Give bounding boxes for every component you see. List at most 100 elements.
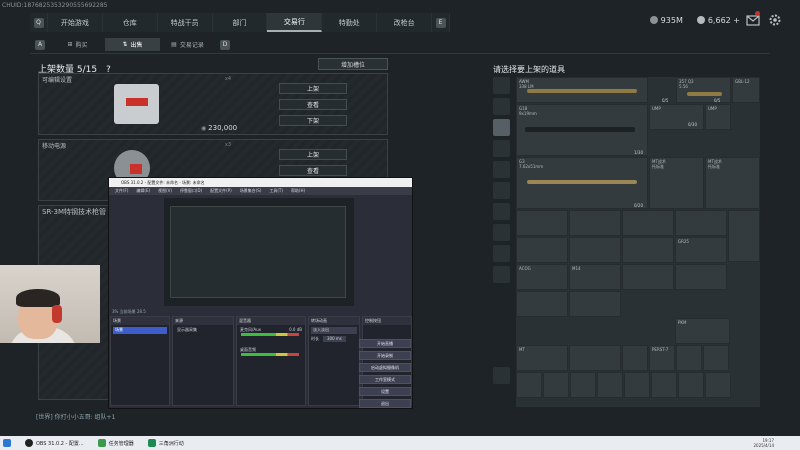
subnav-prev-key[interactable]: A <box>30 38 50 51</box>
obs-title-bar[interactable]: OBS 31.0.2 - 配置文件: 未命名 - 场景: 未命名 <box>109 178 412 187</box>
grid-item[interactable] <box>569 210 621 236</box>
grid-item[interactable]: G3 7.62x51mm <box>516 157 648 209</box>
list-button[interactable]: 上架 <box>279 83 347 94</box>
obs-menu-help[interactable]: 帮助(H) <box>291 188 305 194</box>
obs-menu-view[interactable]: 视图(V) <box>158 188 172 194</box>
category-equipment-icon[interactable] <box>493 98 510 115</box>
grid-item[interactable] <box>569 345 621 371</box>
grid-item[interactable]: UMP <box>705 104 731 130</box>
grid-item[interactable] <box>516 372 542 398</box>
obs-menu-docks[interactable]: 停靠窗口(D) <box>180 188 202 194</box>
grid-item[interactable] <box>675 210 727 236</box>
tab-warehouse[interactable]: 仓库 <box>102 13 158 32</box>
category-collectibles-icon[interactable] <box>493 266 510 283</box>
grid-item[interactable]: MT战术 托标准 <box>649 157 704 209</box>
grid-item[interactable] <box>622 210 674 236</box>
taskbar-app-task-manager[interactable]: 任务管理器 <box>95 436 137 450</box>
grid-item[interactable] <box>622 264 674 290</box>
sell-icon: ⇅ <box>122 41 128 48</box>
category-all-icon[interactable] <box>493 77 510 94</box>
grid-item[interactable] <box>543 372 569 398</box>
tab-gunsmith[interactable]: 改枪台 <box>377 13 433 32</box>
grid-item[interactable]: 357 Q3 5.56 <box>676 77 731 103</box>
start-button[interactable] <box>0 436 14 450</box>
category-armor-icon[interactable] <box>493 140 510 157</box>
grid-item[interactable] <box>569 237 621 263</box>
nav-next-key[interactable]: E <box>432 13 451 32</box>
subtab-records[interactable]: ▤ 交易记录 <box>160 38 215 51</box>
transition-duration[interactable]: 300 ms <box>323 336 346 342</box>
grid-item[interactable] <box>676 345 702 371</box>
settings-button[interactable]: 设置 <box>359 387 411 396</box>
tab-trading[interactable]: 交易行 <box>267 13 323 32</box>
subtab-buy[interactable]: ⊞ 购买 <box>50 38 105 51</box>
listing-slot[interactable]: 可编辑设置 x4 上架 查看 下架 230,000 <box>38 73 388 135</box>
view-button[interactable]: 查看 <box>279 99 347 110</box>
grid-item[interactable]: GBL-12 <box>732 77 760 103</box>
grid-item[interactable] <box>622 345 648 371</box>
tab-special-ops[interactable]: 特勤处 <box>322 13 378 32</box>
list-button[interactable]: 上架 <box>279 149 347 160</box>
grid-item[interactable] <box>705 372 731 398</box>
grid-item[interactable] <box>570 372 596 398</box>
system-clock[interactable]: 19:17 2025/4/14 <box>753 438 774 448</box>
category-misc-icon[interactable] <box>493 245 510 262</box>
start-streaming-button[interactable]: 开始直播 <box>359 339 411 348</box>
gear-icon[interactable] <box>768 13 782 27</box>
grid-item[interactable]: PKM <box>675 318 730 344</box>
obs-scene-item[interactable]: 场景 <box>113 327 167 334</box>
studio-mode-button[interactable]: 工作室模式 <box>359 375 411 384</box>
tab-department[interactable]: 部门 <box>212 13 268 32</box>
exit-button[interactable]: 退出 <box>359 399 411 408</box>
world-chat-line[interactable]: [世界] 你打小小五哥: 组队+1 <box>36 412 115 421</box>
grid-item[interactable] <box>728 210 760 262</box>
grid-item[interactable] <box>675 264 727 290</box>
grid-item[interactable] <box>678 372 704 398</box>
grid-item[interactable] <box>622 237 674 263</box>
grid-item[interactable] <box>624 372 650 398</box>
grid-item[interactable]: ACOG <box>516 264 568 290</box>
tab-operators[interactable]: 特战干员 <box>157 13 213 32</box>
grid-item[interactable] <box>569 291 621 317</box>
grid-item[interactable]: M14 <box>569 264 621 290</box>
subtab-sell[interactable]: ⇅ 出售 <box>105 38 160 51</box>
cart-icon: ⊞ <box>67 41 73 48</box>
grid-item[interactable]: PERST-7 <box>649 345 675 371</box>
view-button[interactable]: 查看 <box>279 165 347 176</box>
grid-item[interactable] <box>597 372 623 398</box>
obs-menu-edit[interactable]: 编辑(E) <box>136 188 150 194</box>
grid-item[interactable]: GR25 <box>675 237 727 263</box>
obs-menu-tools[interactable]: 工具(T) <box>269 188 283 194</box>
virtual-camera-button[interactable]: 启动虚拟摄像机 <box>359 363 411 372</box>
start-recording-button[interactable]: 开始录制 <box>359 351 411 360</box>
grid-item[interactable]: AWM 338 LM <box>516 77 648 103</box>
category-storage-icon[interactable] <box>493 367 510 384</box>
tab-start-game[interactable]: 开始游戏 <box>48 13 103 32</box>
delist-button[interactable]: 下架 <box>279 115 347 126</box>
category-medical-icon[interactable] <box>493 203 510 220</box>
subnav-next-key[interactable]: D <box>215 38 235 51</box>
obs-menu-profile[interactable]: 配置文件(P) <box>210 188 232 194</box>
grid-item[interactable] <box>651 372 677 398</box>
taskbar-app-obs[interactable]: OBS 31.0.2 - 配置... <box>22 436 87 450</box>
token-balance[interactable]: 6,662 + <box>696 16 740 25</box>
grid-item[interactable]: MT <box>516 345 568 371</box>
grid-item[interactable] <box>516 237 568 263</box>
obs-menu-scene-collection[interactable]: 场景集合(S) <box>240 188 262 194</box>
obs-source-item[interactable]: 显示器采集 <box>175 327 231 334</box>
grid-item[interactable] <box>516 291 568 317</box>
transition-select[interactable]: 淡入淡出 <box>311 327 357 334</box>
grid-item[interactable]: MT战术 托标准 <box>705 157 760 209</box>
grid-item[interactable] <box>703 345 729 371</box>
obs-menu-file[interactable]: 文件(F) <box>115 188 128 194</box>
taskbar-app-game[interactable]: 三角洲行动 <box>145 436 187 450</box>
nav-prev-key[interactable]: Q <box>30 13 48 32</box>
category-helmet-icon[interactable] <box>493 161 510 178</box>
category-keys-icon[interactable] <box>493 224 510 241</box>
category-ammo-icon[interactable] <box>493 182 510 199</box>
add-slot-button[interactable]: 增加槽位 <box>318 58 388 70</box>
grid-item[interactable]: G18 9x19mm <box>516 104 648 156</box>
grid-item[interactable] <box>516 210 568 236</box>
currency-display: 935M 6,662 + <box>649 16 740 25</box>
category-weapons-icon[interactable] <box>493 119 510 136</box>
